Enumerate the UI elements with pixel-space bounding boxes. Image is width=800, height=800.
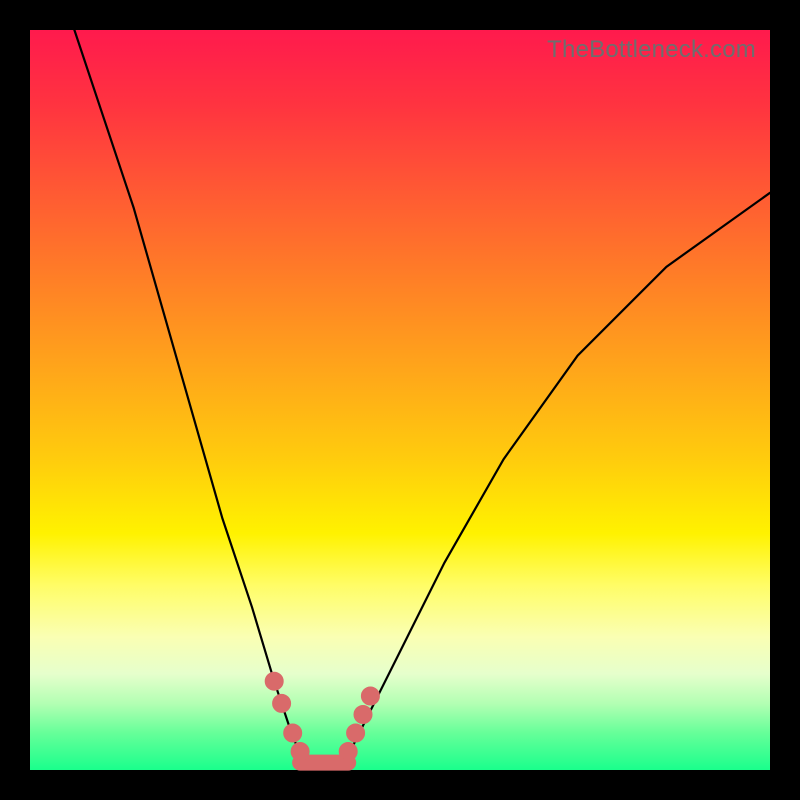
left-branch-curve (74, 30, 300, 755)
data-marker (361, 687, 379, 705)
data-marker (347, 724, 365, 742)
data-marker (284, 724, 302, 742)
data-marker (354, 706, 372, 724)
data-marker (291, 743, 309, 761)
data-marker (273, 694, 291, 712)
right-branch-curve (348, 193, 770, 755)
data-marker (265, 672, 283, 690)
data-markers (265, 672, 379, 760)
data-marker (339, 743, 357, 761)
curve-layer (30, 30, 770, 770)
chart-frame: TheBottleneck.com (0, 0, 800, 800)
plot-area: TheBottleneck.com (30, 30, 770, 770)
